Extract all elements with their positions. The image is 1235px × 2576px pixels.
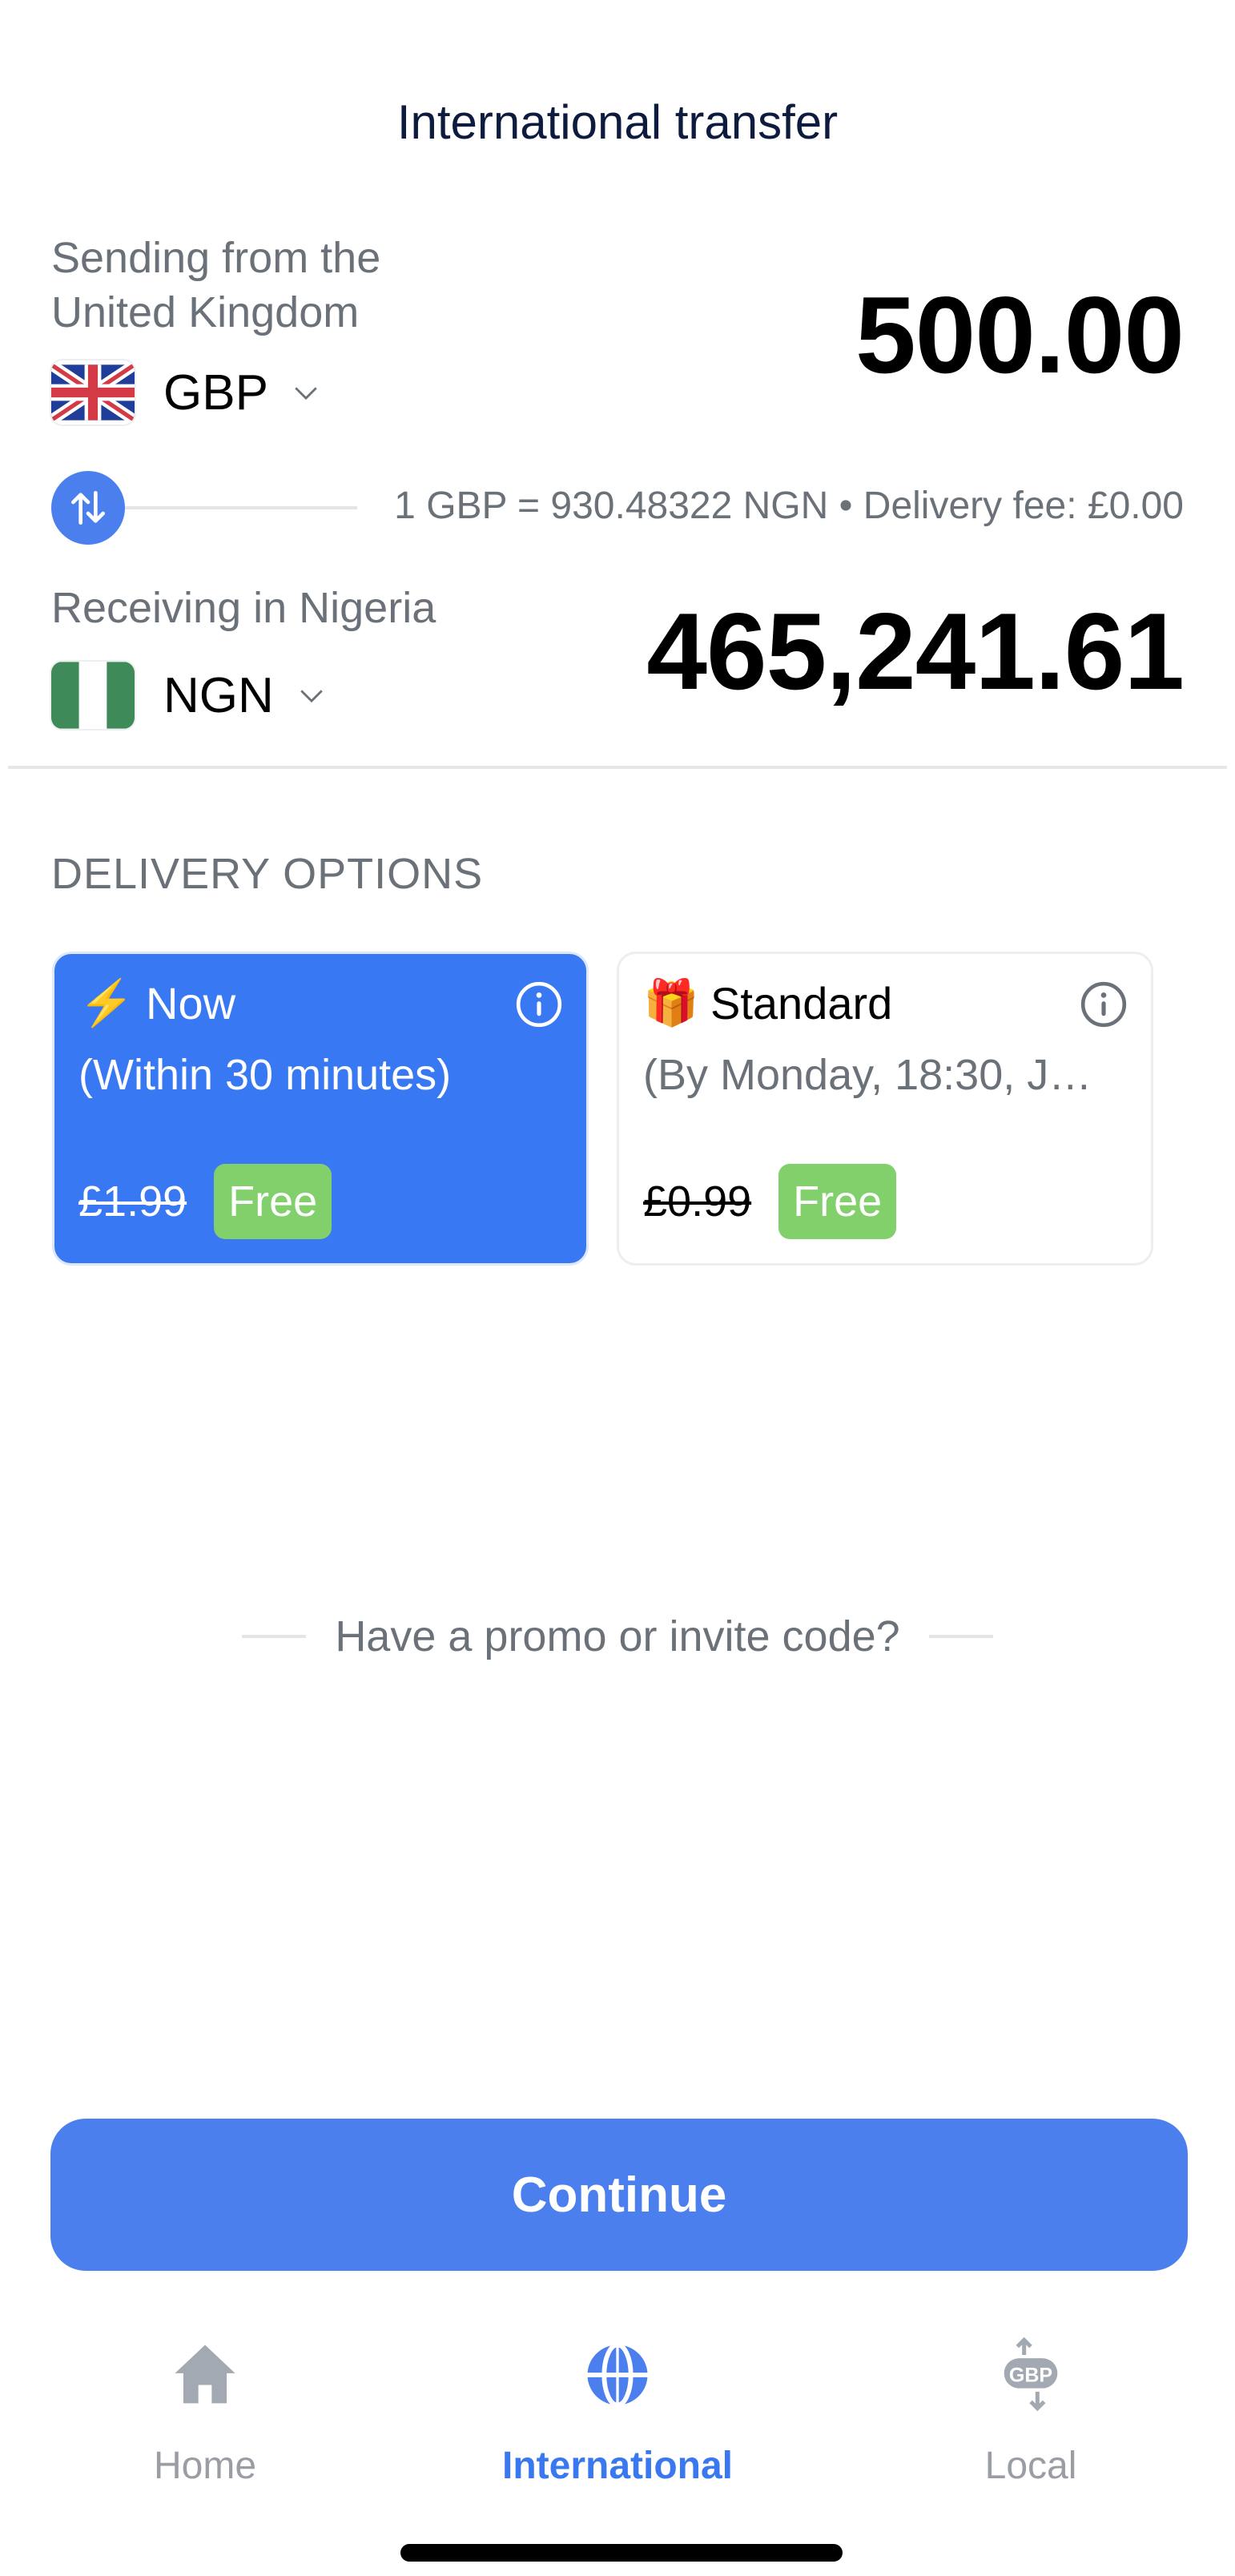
delivery-option-title: Now xyxy=(146,977,236,1028)
promo-divider-left xyxy=(242,1635,307,1638)
original-price: £1.99 xyxy=(78,1177,187,1226)
tab-label: Home xyxy=(153,2445,257,2487)
delivery-options-heading: DELIVERY OPTIONS xyxy=(51,850,484,898)
promo-code-row: Have a promo or invite code? xyxy=(0,1612,1235,1661)
receive-amount-input[interactable]: 465,241.61 xyxy=(646,589,1185,714)
chevron-down-icon xyxy=(295,387,317,400)
tab-international[interactable]: International xyxy=(497,2335,738,2488)
delivery-option-subtitle: (By Monday, 18:30, J… xyxy=(643,1051,1092,1099)
sending-label: Sending from the United Kingdom xyxy=(51,231,380,340)
home-indicator xyxy=(400,2544,843,2562)
gbp-transfer-icon: GBP xyxy=(1004,2337,1058,2412)
sending-label-line2: United Kingdom xyxy=(51,288,360,336)
tab-home[interactable]: Home xyxy=(85,2335,325,2488)
free-badge: Free xyxy=(778,1164,897,1239)
delivery-option-standard[interactable]: 🎁 Standard (By Monday, 18:30, J… £0.99 F… xyxy=(617,952,1153,1266)
lightning-icon: ⚡ xyxy=(78,977,135,1028)
svg-text:GBP: GBP xyxy=(1009,2364,1052,2386)
delivery-option-title: Standard xyxy=(710,977,893,1028)
nigeria-flag-icon xyxy=(51,662,135,729)
promo-divider-right xyxy=(928,1635,993,1638)
swap-currencies-button[interactable] xyxy=(51,471,125,545)
uk-flag-icon xyxy=(51,360,135,425)
info-icon[interactable] xyxy=(514,980,564,1029)
swap-arrows-icon xyxy=(71,491,106,525)
free-badge: Free xyxy=(214,1164,332,1239)
original-price: £0.99 xyxy=(643,1177,752,1226)
continue-button[interactable]: Continue xyxy=(50,2119,1188,2271)
receive-currency-code: NGN xyxy=(163,667,274,723)
gift-icon: 🎁 xyxy=(643,977,699,1028)
receiving-label: Receiving in Nigeria xyxy=(51,584,436,632)
sending-label-line1: Sending from the xyxy=(51,234,381,282)
tab-local[interactable]: GBP Local xyxy=(911,2335,1151,2488)
send-currency-selector[interactable]: GBP xyxy=(51,360,320,425)
send-currency-code: GBP xyxy=(163,364,268,421)
rate-connector-line xyxy=(125,506,357,509)
info-icon[interactable] xyxy=(1079,980,1128,1029)
globe-icon xyxy=(587,2342,648,2408)
tab-label: International xyxy=(501,2445,734,2487)
promo-code-link[interactable]: Have a promo or invite code? xyxy=(335,1612,899,1661)
receive-currency-selector[interactable]: NGN xyxy=(51,662,325,729)
section-divider xyxy=(8,766,1227,769)
page-title: International transfer xyxy=(396,95,839,149)
chevron-down-icon xyxy=(300,690,323,703)
send-amount-input[interactable]: 500.00 xyxy=(855,272,1185,397)
tab-label: Local xyxy=(984,2445,1077,2487)
delivery-option-subtitle: (Within 30 minutes) xyxy=(78,1051,452,1099)
delivery-option-now[interactable]: ⚡ Now (Within 30 minutes) £1.99 Free xyxy=(52,952,589,1266)
exchange-rate-text: 1 GBP = 930.48322 NGN • Delivery fee: £0… xyxy=(394,485,1184,527)
home-icon xyxy=(175,2345,235,2404)
